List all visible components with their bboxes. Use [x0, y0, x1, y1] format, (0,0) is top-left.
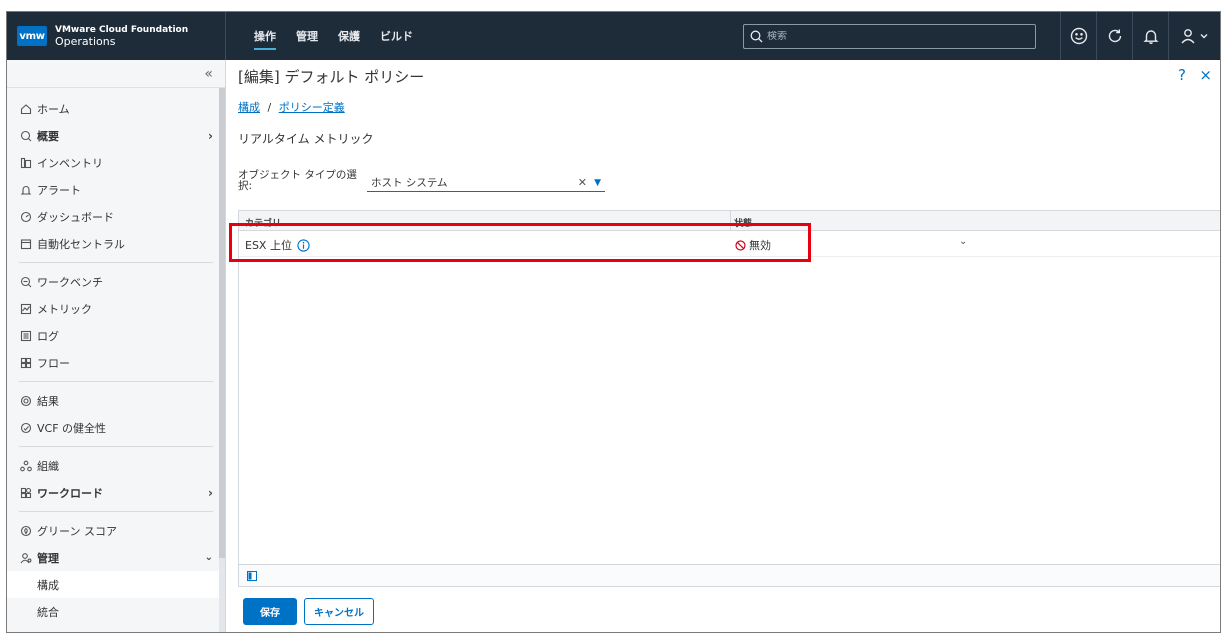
sidebar-item-logs[interactable]: ログ [7, 322, 225, 349]
sidebar-scrollbar-thumb[interactable] [219, 88, 225, 558]
vmw-logo: vmw [17, 26, 47, 46]
close-button[interactable]: × [1199, 66, 1212, 84]
help-button[interactable]: ? [1178, 66, 1186, 84]
object-type-value: ホスト システム [371, 177, 448, 189]
sidebar-item-workloads[interactable]: ワークロード › [7, 479, 225, 506]
collapse-sidebar-button[interactable]: « [7, 60, 225, 88]
global-search[interactable] [743, 24, 1036, 49]
sidebar-item-inventory[interactable]: インベントリ [7, 149, 225, 176]
sidebar-item-results[interactable]: 結果 [7, 387, 225, 414]
main-content: [編集] デフォルト ポリシー ? × 構成 / ポリシー定義 リアルタイム メ… [227, 60, 1220, 632]
metric-icon [19, 302, 33, 316]
chevron-right-icon: › [208, 485, 213, 500]
sidebar-item-admin[interactable]: 管理 ⌄ [7, 544, 225, 571]
green-score-icon [19, 524, 33, 538]
cancel-button[interactable]: キャンセル [304, 598, 374, 625]
bell-icon [19, 183, 33, 197]
feedback-button[interactable] [1060, 12, 1096, 60]
sidebar-item-metrics[interactable]: メトリック [7, 295, 225, 322]
chevron-down-icon: ⌄ [204, 552, 213, 563]
row-category: ESX 上位 [245, 239, 292, 252]
nav-build[interactable]: ビルド [370, 12, 423, 60]
grid-footer [239, 564, 1220, 586]
workbench-icon [19, 275, 33, 289]
section-title: リアルタイム メトリック [238, 132, 374, 146]
sidebar-item-flows[interactable]: フロー [7, 349, 225, 376]
column-toggle-icon[interactable] [247, 570, 257, 581]
clear-icon[interactable]: ✕ [578, 176, 587, 189]
home-icon [19, 102, 33, 116]
table-row[interactable]: ESX 上位 無効 ⌄ [239, 231, 1220, 257]
save-button[interactable]: 保存 [243, 598, 297, 625]
double-chevron-left-icon: « [204, 65, 213, 82]
inventory-icon [19, 156, 33, 170]
sidebar-item-workbench[interactable]: ワークベンチ [7, 268, 225, 295]
sidebar: « ホーム 概要 › インベントリ アラート ダッシュボード 自動化セントラル [7, 60, 226, 632]
bell-icon [1142, 30, 1159, 44]
result-icon [19, 394, 33, 408]
sidebar-item-automation[interactable]: 自動化セントラル [7, 230, 225, 257]
notifications-button[interactable] [1132, 12, 1168, 60]
object-type-select[interactable]: ホスト システム ✕ ▼ [367, 174, 605, 192]
sidebar-subitem-integration[interactable]: 統合 [7, 598, 225, 625]
metrics-grid: カテゴリ 状態 ESX 上位 無効 ⌄ [238, 210, 1220, 587]
sidebar-item-organization[interactable]: 組織 [7, 452, 225, 479]
org-icon [19, 459, 33, 473]
chevron-down-icon[interactable]: ▼ [594, 178, 601, 188]
page-title: [編集] デフォルト ポリシー [238, 68, 425, 86]
user-menu[interactable] [1168, 12, 1220, 60]
object-type-label: オブジェクト タイプの選択: [238, 169, 357, 192]
nav-protect[interactable]: 保護 [328, 12, 370, 60]
dashboard-icon [19, 210, 33, 224]
health-icon [19, 421, 33, 435]
sidebar-item-vcf-health[interactable]: VCF の健全性 [7, 414, 225, 441]
sidebar-item-dashboards[interactable]: ダッシュボード [7, 203, 225, 230]
log-icon [19, 329, 33, 343]
refresh-icon [1108, 29, 1121, 43]
flow-icon [19, 356, 33, 370]
breadcrumb: 構成 / ポリシー定義 [238, 99, 345, 115]
column-header-category[interactable]: カテゴリ [245, 216, 281, 229]
nav-manage[interactable]: 管理 [286, 12, 328, 60]
sidebar-item-home[interactable]: ホーム [7, 95, 225, 122]
breadcrumb-configuration-link[interactable]: 構成 [238, 101, 260, 114]
overview-icon [19, 129, 33, 143]
row-state[interactable]: 無効 [735, 237, 771, 253]
chevron-right-icon: › [208, 128, 213, 143]
state-dropdown-chevron-icon[interactable]: ⌄ [959, 236, 967, 247]
refresh-button[interactable] [1096, 12, 1132, 60]
nav-operations[interactable]: 操作 [244, 12, 286, 60]
info-icon[interactable] [297, 238, 310, 252]
workload-icon [19, 486, 33, 500]
smiley-icon [1070, 27, 1087, 45]
sidebar-subitem-configuration[interactable]: 構成 [7, 571, 225, 598]
top-header: vmw VMware Cloud Foundation Operations 操… [7, 12, 1220, 60]
disabled-icon [735, 239, 746, 251]
search-input[interactable] [767, 31, 1027, 42]
chevron-down-icon [1200, 34, 1208, 39]
sidebar-item-green-score[interactable]: グリーン スコア [7, 517, 225, 544]
admin-icon [19, 551, 33, 565]
user-icon [1181, 29, 1195, 44]
breadcrumb-policy-link[interactable]: ポリシー定義 [279, 101, 345, 114]
brand: vmw VMware Cloud Foundation Operations [7, 12, 226, 60]
brand-subtitle: Operations [55, 35, 116, 48]
sidebar-item-alerts[interactable]: アラート [7, 176, 225, 203]
app-window: vmw VMware Cloud Foundation Operations 操… [6, 11, 1221, 633]
main-nav: 操作 管理 保護 ビルド [244, 12, 423, 60]
calendar-icon [19, 237, 33, 251]
breadcrumb-separator: / [267, 101, 272, 114]
grid-header: カテゴリ 状態 [239, 211, 1220, 231]
sidebar-item-overview[interactable]: 概要 › [7, 122, 225, 149]
search-icon [750, 30, 763, 43]
column-header-state[interactable]: 状態 [734, 216, 752, 229]
